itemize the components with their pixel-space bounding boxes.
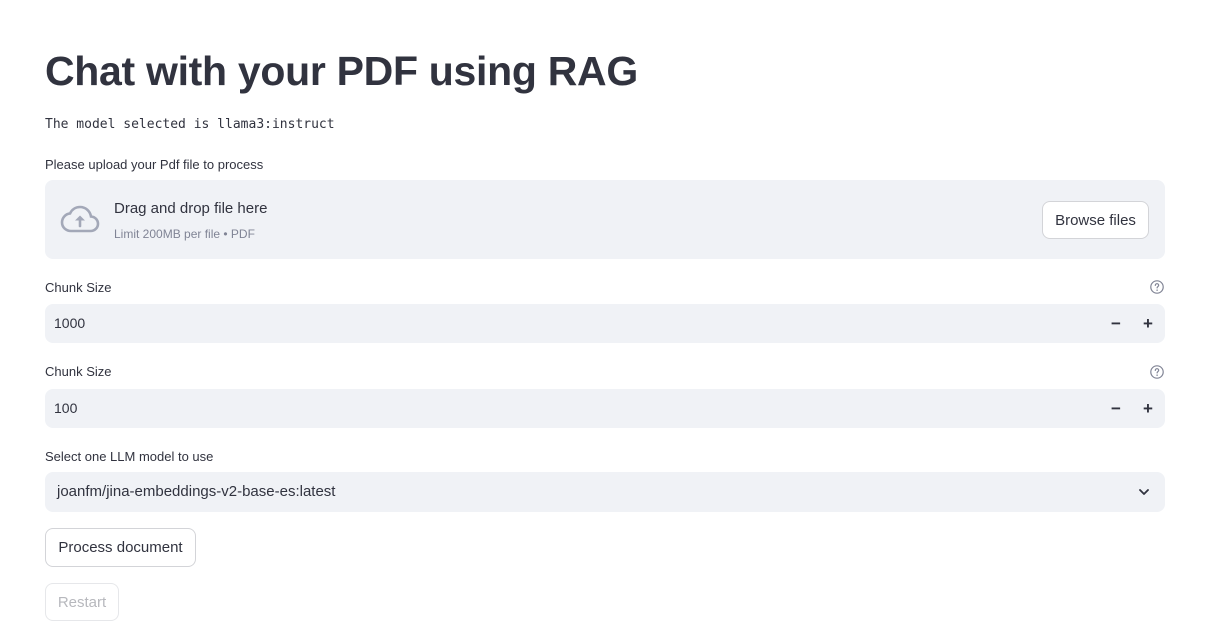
restart-button[interactable]: Restart (45, 583, 119, 621)
chunk-size-input: − + (45, 304, 1165, 343)
chunk-overlap-value[interactable] (54, 389, 954, 428)
drop-instruction: Drag and drop file here (114, 200, 268, 217)
help-icon[interactable] (1150, 280, 1164, 294)
chunk-overlap-input: − + (45, 389, 1165, 428)
chunk-overlap-label: Chunk Size (45, 364, 112, 379)
cloud-upload-icon (60, 205, 100, 233)
chunk-size-decrement-button[interactable]: − (1100, 304, 1132, 343)
chunk-size-label: Chunk Size (45, 280, 112, 295)
help-icon[interactable] (1150, 365, 1164, 379)
process-document-button[interactable]: Process document (45, 528, 196, 567)
model-select-label: Select one LLM model to use (45, 449, 214, 464)
file-uploader-dropzone[interactable]: Drag and drop file here Limit 200MB per … (45, 180, 1165, 259)
page-title: Chat with your PDF using RAG (45, 48, 638, 94)
app-page: Chat with your PDF using RAG The model s… (0, 0, 1219, 639)
chunk-size-increment-button[interactable]: + (1132, 304, 1164, 343)
chunk-size-value[interactable] (54, 304, 954, 343)
file-limit-text: Limit 200MB per file • PDF (114, 227, 255, 241)
upload-label: Please upload your Pdf file to process (45, 157, 264, 172)
model-selected-text: The model selected is llama3:instruct (45, 117, 335, 132)
model-select-dropdown[interactable]: joanfm/jina-embeddings-v2-base-es:latest (45, 472, 1165, 512)
chunk-overlap-increment-button[interactable]: + (1132, 389, 1164, 428)
model-select-value: joanfm/jina-embeddings-v2-base-es:latest (57, 483, 336, 500)
browse-files-button[interactable]: Browse files (1042, 201, 1149, 239)
chevron-down-icon (1139, 489, 1149, 495)
chunk-overlap-decrement-button[interactable]: − (1100, 389, 1132, 428)
